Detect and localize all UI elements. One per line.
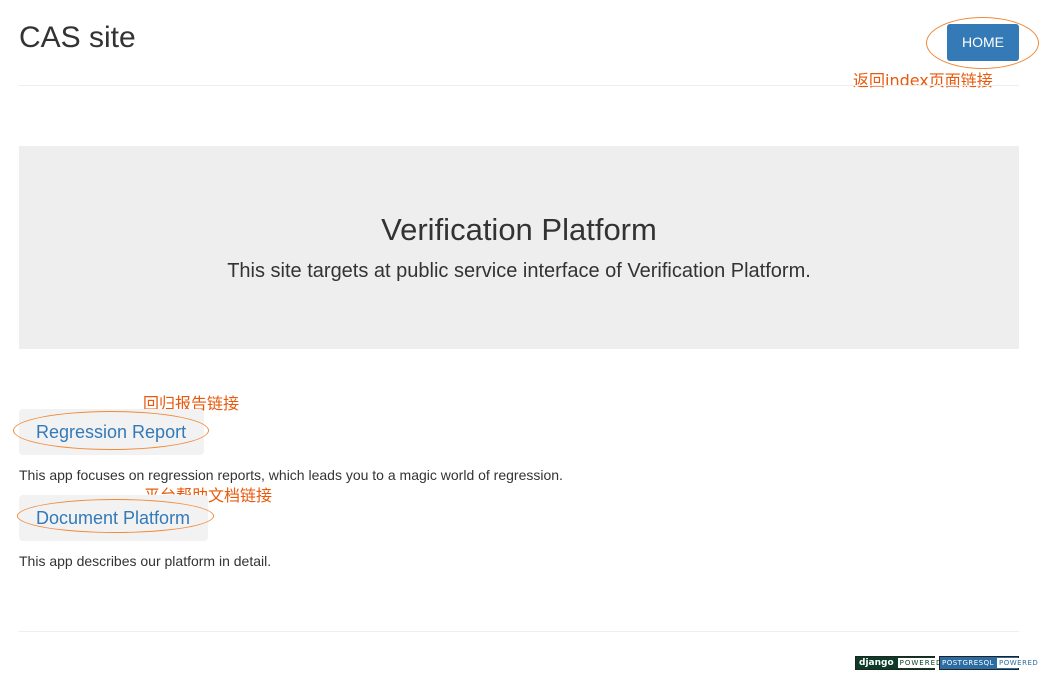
site-title: CAS site [19,21,136,54]
document-platform-link[interactable]: Document Platform [19,495,208,541]
regression-report-link[interactable]: Regression Report [19,409,204,455]
jumbotron-title: Verification Platform [381,212,657,247]
django-badge-tag: POWERED [897,658,945,668]
jumbotron: Verification Platform This site targets … [19,146,1019,349]
footer-divider [19,631,1019,632]
header-divider [19,85,1019,86]
django-powered-badge[interactable]: django POWERED [855,656,945,670]
django-badge-brand: django [859,658,894,668]
postgresql-powered-badge[interactable]: POSTGRESQL POWERED [939,656,1041,670]
regression-report-description: This app focuses on regression reports, … [19,467,563,483]
home-button[interactable]: HOME [947,24,1019,61]
home-annotation: 返回index页面链接 [853,71,993,90]
postgres-badge-tag: POWERED [997,658,1041,668]
document-platform-description: This app describes our platform in detai… [19,553,272,569]
jumbotron-subtitle: This site targets at public service inte… [227,260,811,282]
postgres-badge-brand: POSTGRESQL [942,659,995,667]
